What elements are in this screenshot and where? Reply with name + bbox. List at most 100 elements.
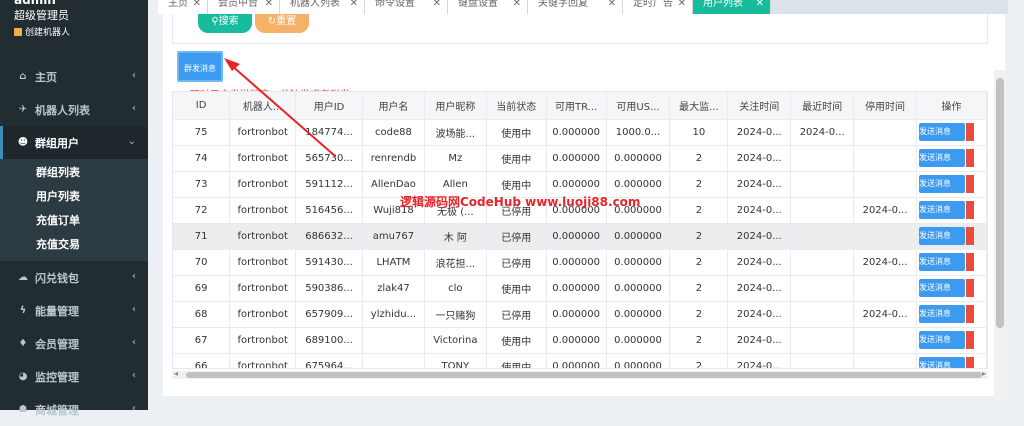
- column-header[interactable]: 当前状态: [486, 92, 547, 120]
- column-header[interactable]: 最近时间: [790, 92, 855, 120]
- table-cell: 591112...: [295, 171, 363, 198]
- tab-label: 主页: [168, 0, 188, 9]
- close-icon[interactable]: ✕: [678, 0, 686, 12]
- table-row[interactable]: 71 fortronbot 686632... amu767 木 阿已停用 0.00000…: [173, 223, 987, 250]
- horizontal-scroll-thumb[interactable]: [186, 372, 982, 378]
- table-cell: 一只赌狗: [424, 301, 487, 328]
- sidebar-item-6[interactable]: ◕ 监控管理 ‹: [0, 360, 148, 393]
- group-message-button[interactable]: 群发消息: [177, 51, 223, 82]
- table-cell: 0.000000: [606, 249, 671, 276]
- column-header[interactable]: ID: [173, 92, 231, 120]
- delete-button[interactable]: [966, 305, 975, 323]
- table-cell: 已停用: [486, 301, 547, 328]
- delete-button[interactable]: [966, 123, 975, 141]
- send-message-button[interactable]: 发送消息: [919, 279, 966, 297]
- tab-7[interactable]: 用户列表 ✕: [693, 0, 771, 14]
- send-message-button[interactable]: 发送消息: [919, 253, 966, 271]
- column-header[interactable]: 用户昵称: [424, 92, 487, 120]
- reset-button[interactable]: ↻重置: [255, 14, 309, 33]
- submenu-item[interactable]: 群组列表: [0, 161, 148, 185]
- table-cell: 0.000000: [606, 301, 671, 328]
- tab-1[interactable]: 会员中台 ✕: [208, 0, 280, 14]
- close-icon[interactable]: ✕: [350, 0, 358, 12]
- table-cell: 72: [173, 197, 231, 224]
- column-header[interactable]: 机器人...: [229, 92, 297, 120]
- table-cell: 浪花担...: [424, 249, 487, 276]
- table-cell: LHATM: [362, 249, 425, 276]
- delete-button[interactable]: [966, 279, 975, 297]
- vertical-scrollbar[interactable]: [994, 70, 1006, 400]
- column-header[interactable]: 用户名: [362, 92, 425, 120]
- table-row[interactable]: 75 fortronbot 184774... code88 波场能... 使用中 0.00…: [173, 119, 987, 146]
- table-cell: [853, 223, 918, 250]
- submenu-item[interactable]: 充值交易: [0, 233, 148, 257]
- tab-3[interactable]: 命令设置 ✕: [365, 0, 448, 14]
- tab-6[interactable]: 定时广告 ✕: [623, 0, 693, 14]
- table-row[interactable]: 74 fortronbot 565730... renrendb Mz 使用中 0.0000…: [173, 145, 987, 172]
- sidebar-item-0[interactable]: ⌂ 主页 ‹: [0, 60, 148, 93]
- column-header[interactable]: 可用TR...: [546, 92, 607, 120]
- send-message-button[interactable]: 发送消息: [919, 123, 966, 141]
- scroll-right-icon[interactable]: ▸: [982, 369, 986, 378]
- send-message-button[interactable]: 发送消息: [919, 227, 966, 245]
- column-header[interactable]: 关注时间: [727, 92, 792, 120]
- sidebar-item-1[interactable]: ✈ 机器人列表 ‹: [0, 93, 148, 126]
- tab-2[interactable]: 机器人列表 ✕: [280, 0, 365, 14]
- table-row[interactable]: 66 fortronbot 675964... TONY 使用中 0.000000 0.00…: [173, 353, 987, 368]
- send-message-button[interactable]: 发送消息: [919, 331, 966, 349]
- column-header[interactable]: 最大监...: [669, 92, 729, 120]
- sidebar-item-5[interactable]: ♦ 会员管理 ‹: [0, 327, 148, 360]
- table-row[interactable]: 67 fortronbot 689100... Victorina 使用中 0.00000…: [173, 327, 987, 354]
- send-message-button[interactable]: 发送消息: [919, 201, 966, 219]
- sidebar-item-4[interactable]: ϟ 能量管理 ‹: [0, 294, 148, 327]
- close-icon[interactable]: ✕: [265, 0, 273, 12]
- delete-button[interactable]: [966, 357, 975, 368]
- tab-5[interactable]: 关键字回复 ✕: [528, 0, 623, 14]
- column-header[interactable]: 用户ID: [295, 92, 363, 120]
- create-bot-link[interactable]: 创建机器人: [14, 25, 70, 38]
- table-cell: 2024-0...: [727, 275, 792, 302]
- table-cell: 0.000000: [546, 119, 607, 146]
- table-cell: 0.000000: [546, 327, 607, 354]
- delete-button[interactable]: [966, 331, 975, 349]
- column-header[interactable]: 操作: [916, 92, 987, 120]
- send-message-button[interactable]: 发送消息: [919, 357, 966, 368]
- search-button[interactable]: ⚲搜索: [198, 14, 252, 33]
- close-icon[interactable]: ✕: [193, 0, 201, 12]
- tab-4[interactable]: 键盘设置 ✕: [448, 0, 528, 14]
- scroll-left-icon[interactable]: ◂: [174, 369, 178, 378]
- send-message-button[interactable]: 发送消息: [919, 175, 966, 193]
- sidebar-item-3[interactable]: ☁ 闪兑钱包 ‹: [0, 261, 148, 294]
- close-icon[interactable]: ✕: [756, 0, 764, 12]
- table-row[interactable]: 68 fortronbot 657909... ylzhidu... 一只赌狗 已停用 0.…: [173, 301, 987, 328]
- table-row[interactable]: 69 fortronbot 590386... zlak47 clo 使用中 0.00000…: [173, 275, 987, 302]
- close-icon[interactable]: ✕: [433, 0, 441, 12]
- action-cell: 发送消息: [916, 301, 987, 328]
- table-cell: fortronbot: [229, 197, 297, 224]
- sidebar-item-2[interactable]: ☻ 群组用户 ⌄: [0, 126, 148, 159]
- vertical-scroll-thumb[interactable]: [996, 78, 1004, 328]
- send-message-button[interactable]: 发送消息: [919, 149, 966, 167]
- bot-icon: [14, 27, 22, 36]
- horizontal-scrollbar[interactable]: ◂ ▸: [172, 369, 988, 379]
- table-cell: 波场能...: [424, 119, 487, 146]
- submenu-item[interactable]: 充值订单: [0, 209, 148, 233]
- close-icon[interactable]: ✕: [513, 0, 521, 12]
- tab-0[interactable]: 主页 ✕: [158, 0, 208, 14]
- send-message-button[interactable]: 发送消息: [919, 305, 966, 323]
- tab-label: 定时广告: [633, 0, 673, 9]
- delete-button[interactable]: [966, 201, 975, 219]
- close-icon[interactable]: ✕: [608, 0, 616, 12]
- chevron-down-icon: ⌄: [127, 136, 136, 147]
- column-header[interactable]: 停用时间: [853, 92, 918, 120]
- delete-button[interactable]: [966, 253, 975, 271]
- table-cell: 10: [669, 119, 729, 146]
- delete-button[interactable]: [966, 175, 975, 193]
- action-cell: 发送消息: [916, 275, 987, 302]
- table-cell: 2: [669, 327, 729, 354]
- table-row[interactable]: 70 fortronbot 591430... LHATM 浪花担... 已停用 0.000…: [173, 249, 987, 276]
- delete-button[interactable]: [966, 149, 975, 167]
- delete-button[interactable]: [966, 227, 975, 245]
- column-header[interactable]: 可用US...: [606, 92, 671, 120]
- submenu-item[interactable]: 用户列表: [0, 185, 148, 209]
